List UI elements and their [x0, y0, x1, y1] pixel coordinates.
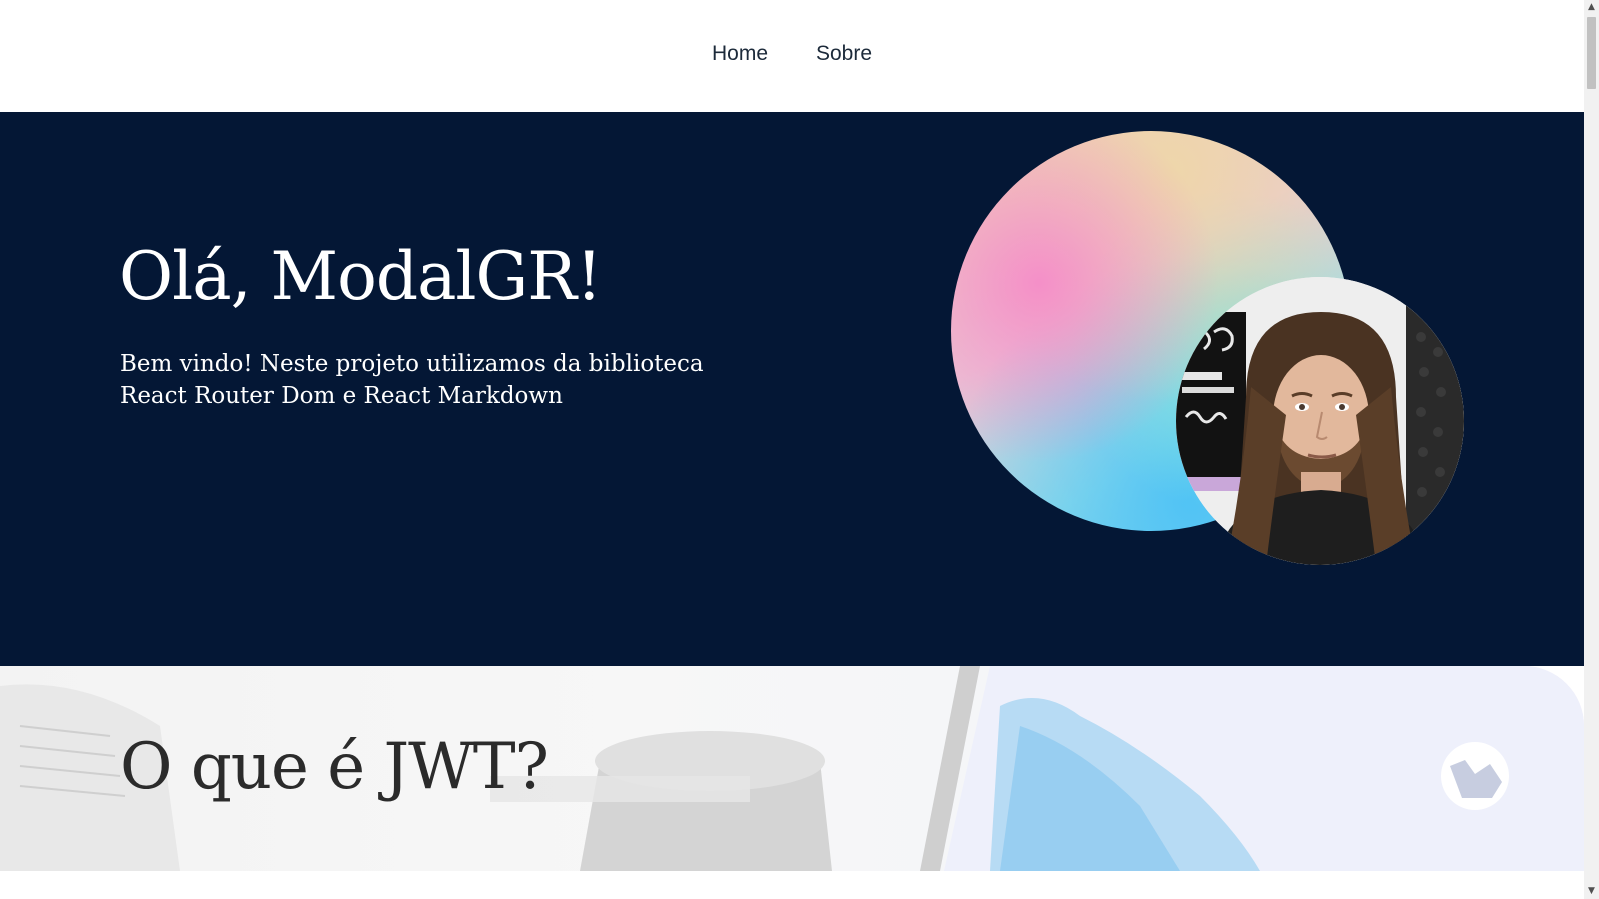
chevron-up-icon[interactable]: ▲ — [1584, 0, 1599, 15]
profile-photo-illustration — [1176, 277, 1464, 565]
page: Home Sobre Olá, ModalGR! Bem vindo! Nest… — [0, 0, 1584, 899]
chevron-down-icon[interactable]: ▼ — [1584, 884, 1599, 899]
scrollbar-thumb[interactable] — [1587, 17, 1596, 89]
section-title: O que é JWT? — [120, 730, 549, 804]
hero-title: Olá, ModalGR! — [119, 238, 602, 315]
nav-link-home[interactable]: Home — [712, 42, 768, 66]
hero-section: Olá, ModalGR! Bem vindo! Neste projeto u… — [0, 112, 1584, 666]
top-navigation: Home Sobre — [0, 0, 1584, 112]
page-bottom-spacer — [0, 871, 1584, 899]
vertical-scrollbar[interactable]: ▲ ▼ — [1584, 0, 1599, 899]
nav-link-sobre[interactable]: Sobre — [816, 42, 872, 66]
hero-description: Bem vindo! Neste projeto utilizamos da b… — [120, 351, 704, 409]
profile-photo — [1176, 277, 1464, 565]
jwt-section: O que é JWT? — [0, 666, 1584, 871]
